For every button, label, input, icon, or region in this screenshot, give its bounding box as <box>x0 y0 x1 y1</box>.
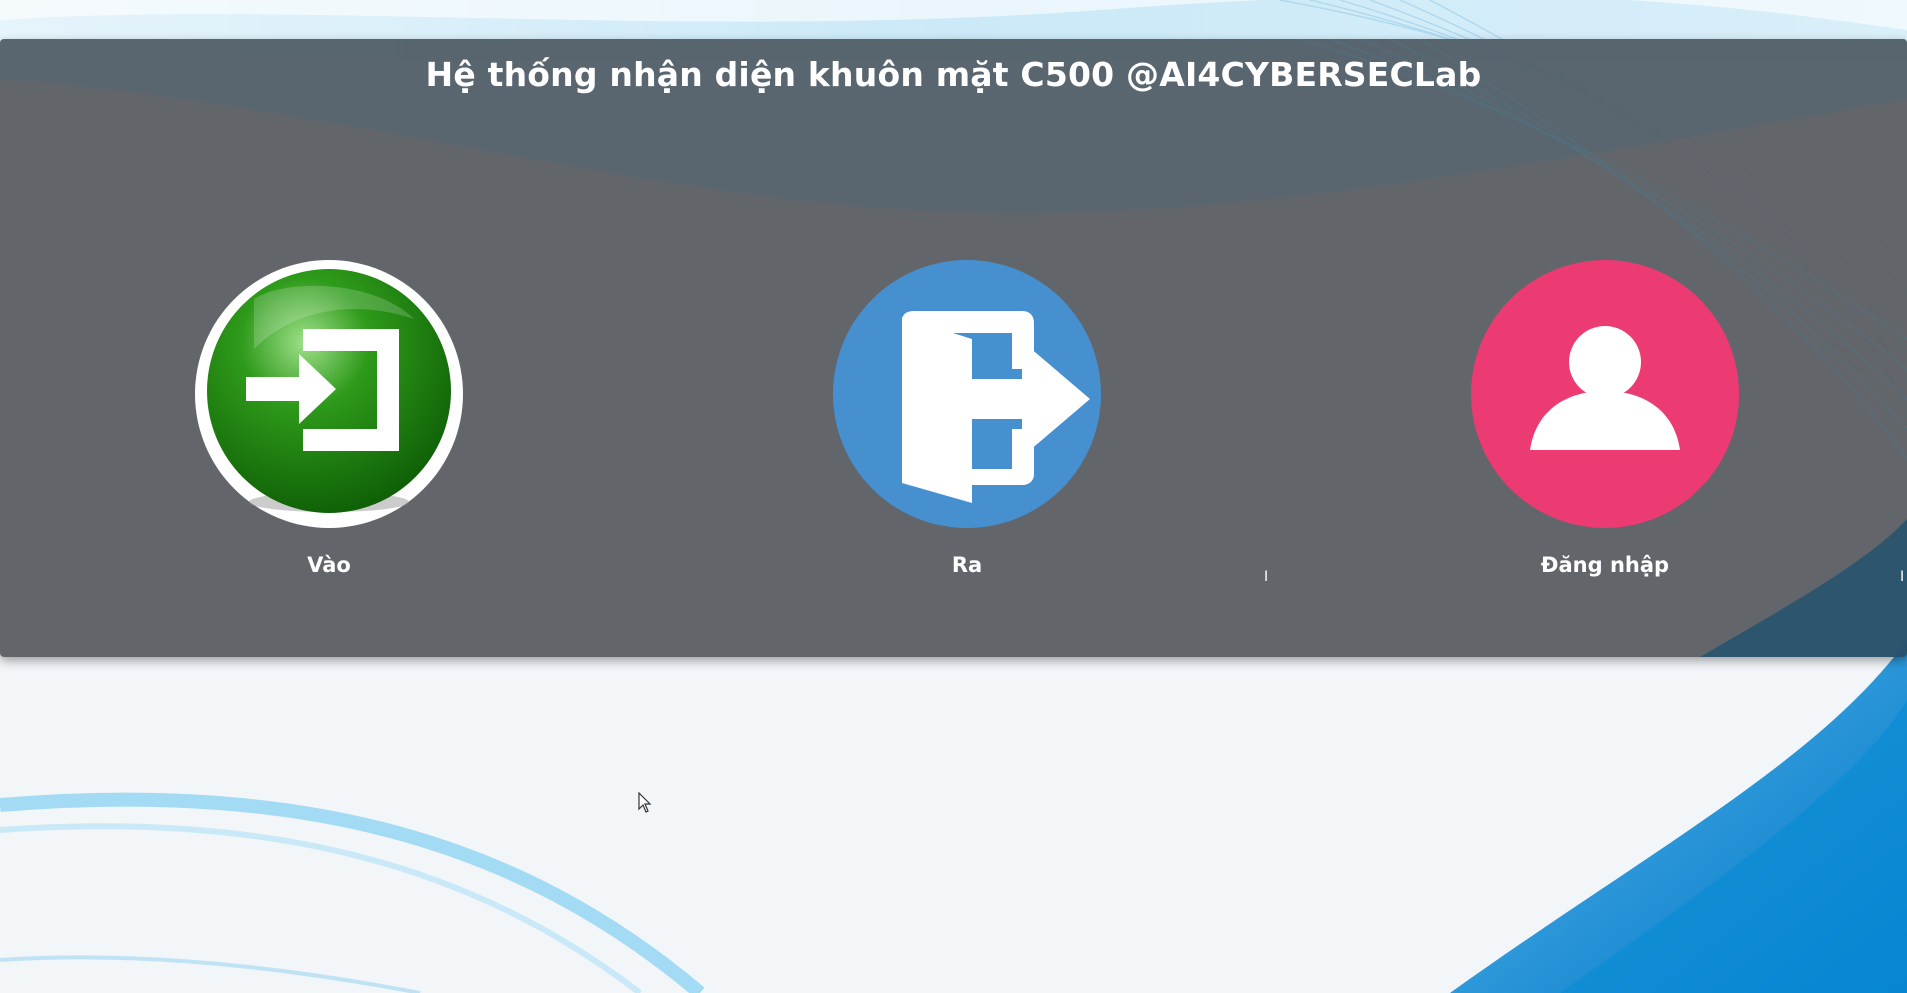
exit-label: Ra <box>951 553 983 577</box>
page-title: Hệ thống nhận diện khuôn mặt C500 @AI4CY… <box>425 55 1482 94</box>
enter-icon[interactable] <box>194 259 464 529</box>
exit-door-icon[interactable] <box>832 259 1102 529</box>
enter-label: Vào <box>307 553 351 577</box>
exit-action[interactable]: Ra <box>817 259 1117 577</box>
text-cursor-mark: I <box>1264 569 1269 585</box>
text-cursor-mark-right: I <box>1900 569 1905 585</box>
login-action[interactable]: Đăng nhập <box>1455 259 1755 577</box>
enter-action[interactable]: Vào <box>179 259 479 577</box>
mouse-pointer-icon <box>638 791 652 818</box>
login-label: Đăng nhập <box>1540 553 1670 577</box>
user-icon[interactable] <box>1470 259 1740 529</box>
main-panel: Hệ thống nhận diện khuôn mặt C500 @AI4CY… <box>0 39 1907 657</box>
